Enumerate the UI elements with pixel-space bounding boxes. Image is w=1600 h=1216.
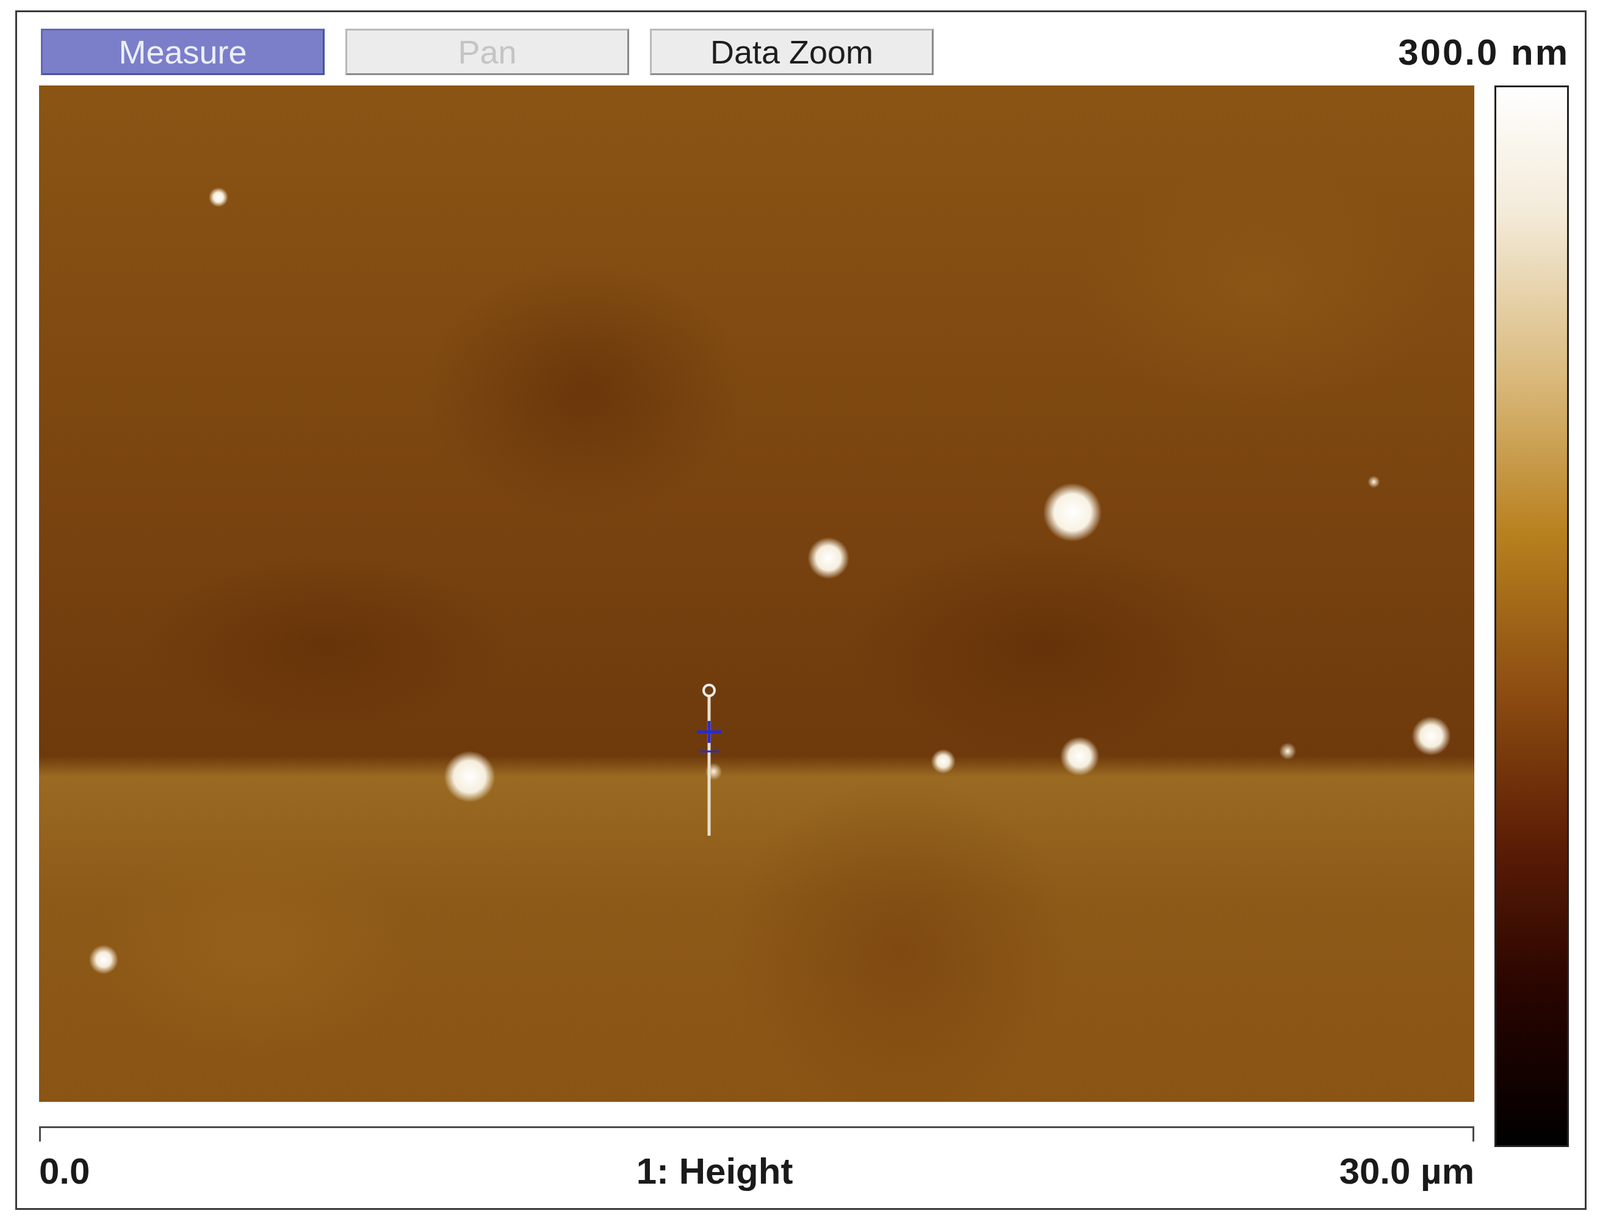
toolbar-button: Pan <box>345 28 630 76</box>
toolbar: Measure Pan Data Zoom 300.0 nm <box>39 12 1585 86</box>
x-axis-end: 30.0 µm <box>1339 1149 1475 1192</box>
viewer-body: 0.0 1: Height 30.0 µm <box>39 85 1585 1204</box>
toolbar-button[interactable]: Measure <box>40 28 325 76</box>
color-scale-max-label: 300.0 nm <box>1398 31 1570 74</box>
height-image[interactable] <box>39 85 1475 1102</box>
x-axis-start: 0.0 <box>39 1149 90 1192</box>
image-column: 0.0 1: Height 30.0 µm <box>39 85 1475 1204</box>
x-axis-bar <box>39 1125 1475 1142</box>
channel-label: 1: Height <box>636 1149 794 1192</box>
color-scale-bar <box>1494 85 1569 1147</box>
afm-viewer-window: Measure Pan Data Zoom 300.0 nm 0.0 1: Height 3… <box>15 10 1587 1210</box>
measure-cursor-icon[interactable] <box>690 682 728 836</box>
toolbar-button[interactable]: Data Zoom <box>649 28 934 76</box>
x-axis-labels: 0.0 1: Height 30.0 µm <box>39 1141 1475 1204</box>
